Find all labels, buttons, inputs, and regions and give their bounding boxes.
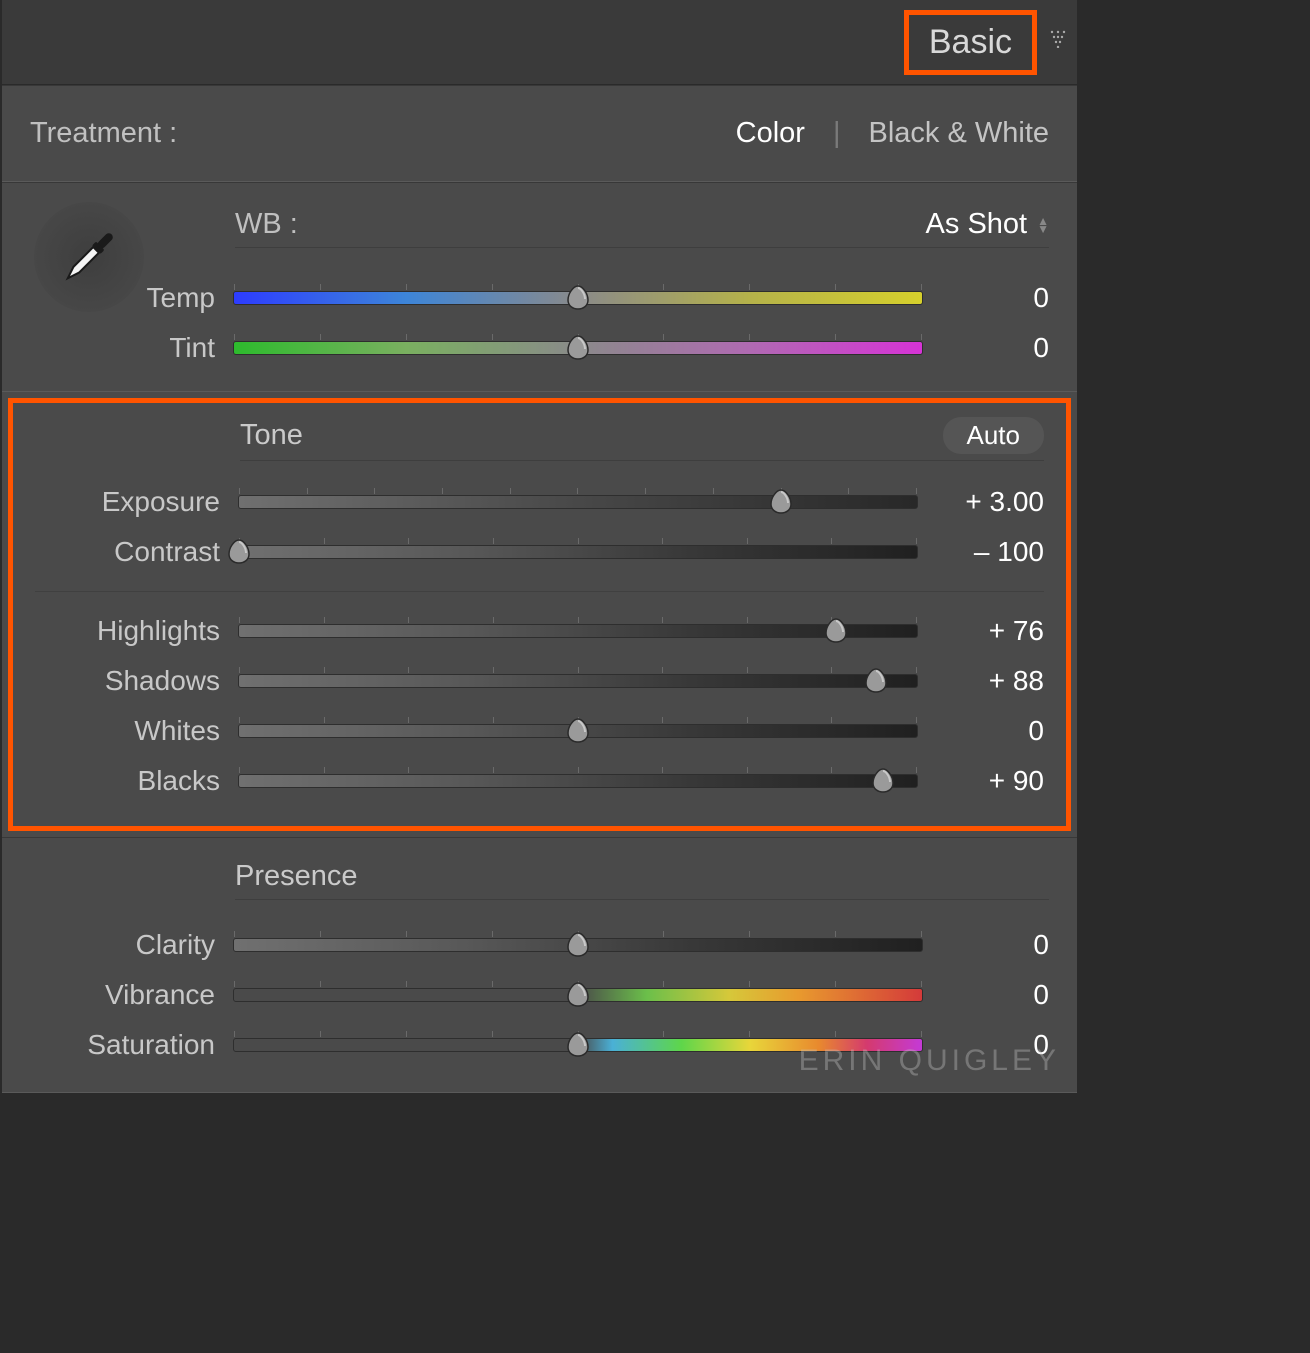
presence-section: Presence Clarity 0 Vibrance 0 (2, 837, 1077, 1093)
panel-header: Basic (2, 0, 1077, 85)
tint-thumb[interactable] (565, 334, 591, 360)
tint-row: Tint 0 (30, 323, 1049, 373)
clarity-thumb[interactable] (565, 931, 591, 957)
temp-slider[interactable] (233, 291, 923, 305)
shadows-value[interactable]: + 88 (936, 665, 1044, 697)
vibrance-label: Vibrance (30, 979, 215, 1011)
shadows-slider[interactable] (238, 674, 918, 688)
treatment-divider: | (833, 117, 841, 150)
tint-slider[interactable] (233, 341, 923, 355)
highlights-thumb[interactable] (823, 617, 849, 643)
highlights-row: Highlights + 76 (35, 606, 1044, 656)
exposure-row: Exposure + 3.00 (35, 477, 1044, 527)
shadows-label: Shadows (35, 665, 220, 697)
exposure-slider[interactable] (238, 495, 918, 509)
vibrance-row: Vibrance 0 (30, 970, 1049, 1020)
blacks-value[interactable]: + 90 (936, 765, 1044, 797)
clarity-label: Clarity (30, 929, 215, 961)
clarity-value[interactable]: 0 (941, 929, 1049, 961)
tint-label: Tint (30, 332, 215, 364)
vibrance-value[interactable]: 0 (941, 979, 1049, 1011)
tone-divider (35, 591, 1044, 592)
updown-icon: ▲▼ (1037, 217, 1049, 233)
treatment-label: Treatment : (30, 117, 177, 150)
panel-title[interactable]: Basic (904, 10, 1037, 75)
white-balance-section: WB : As Shot ▲▼ Temp 0 Tint (2, 182, 1077, 392)
whites-thumb[interactable] (565, 717, 591, 743)
highlights-label: Highlights (35, 615, 220, 647)
highlights-value[interactable]: + 76 (936, 615, 1044, 647)
whites-row: Whites 0 (35, 706, 1044, 756)
temp-value[interactable]: 0 (941, 282, 1049, 314)
whites-slider[interactable] (238, 724, 918, 738)
blacks-row: Blacks + 90 (35, 756, 1044, 806)
treatment-section: Treatment : Color | Black & White (2, 85, 1077, 182)
vibrance-thumb[interactable] (565, 981, 591, 1007)
eyedropper-icon (49, 217, 129, 297)
wb-selected-value: As Shot (926, 208, 1028, 241)
tint-value[interactable]: 0 (941, 332, 1049, 364)
whites-label: Whites (35, 715, 220, 747)
tone-heading: Tone (240, 419, 303, 452)
wb-preset-dropdown[interactable]: As Shot ▲▼ (926, 208, 1049, 241)
blacks-slider[interactable] (238, 774, 918, 788)
clarity-slider[interactable] (233, 938, 923, 952)
shadows-thumb[interactable] (863, 667, 889, 693)
clarity-row: Clarity 0 (30, 920, 1049, 970)
blacks-thumb[interactable] (870, 767, 896, 793)
contrast-slider[interactable] (238, 545, 918, 559)
temp-thumb[interactable] (565, 284, 591, 310)
saturation-slider[interactable] (233, 1038, 923, 1052)
contrast-thumb[interactable] (226, 538, 252, 564)
wb-label: WB : (235, 208, 298, 241)
exposure-value[interactable]: + 3.00 (936, 486, 1044, 518)
saturation-row: Saturation 0 (30, 1020, 1049, 1070)
saturation-thumb[interactable] (565, 1031, 591, 1057)
whites-value[interactable]: 0 (936, 715, 1044, 747)
contrast-row: Contrast – 100 (35, 527, 1044, 577)
exposure-label: Exposure (35, 486, 220, 518)
treatment-bw[interactable]: Black & White (869, 117, 1050, 150)
basic-panel: Basic Treatment : Color | Black & White (2, 0, 1077, 1093)
highlights-slider[interactable] (238, 624, 918, 638)
exposure-thumb[interactable] (768, 488, 794, 514)
tone-section: Tone Auto Exposure + 3.00 Contrast – 100 (8, 398, 1071, 831)
auto-button[interactable]: Auto (943, 417, 1045, 454)
presence-heading: Presence (235, 860, 358, 893)
contrast-label: Contrast (35, 536, 220, 568)
saturation-label: Saturation (30, 1029, 215, 1061)
treatment-color[interactable]: Color (736, 117, 805, 150)
eyedropper-tool[interactable] (34, 202, 144, 312)
temp-row: Temp 0 (30, 273, 1049, 323)
panel-menu-icon[interactable] (1049, 30, 1067, 54)
saturation-value[interactable]: 0 (941, 1029, 1049, 1061)
vibrance-slider[interactable] (233, 988, 923, 1002)
shadows-row: Shadows + 88 (35, 656, 1044, 706)
blacks-label: Blacks (35, 765, 220, 797)
contrast-value[interactable]: – 100 (936, 536, 1044, 568)
